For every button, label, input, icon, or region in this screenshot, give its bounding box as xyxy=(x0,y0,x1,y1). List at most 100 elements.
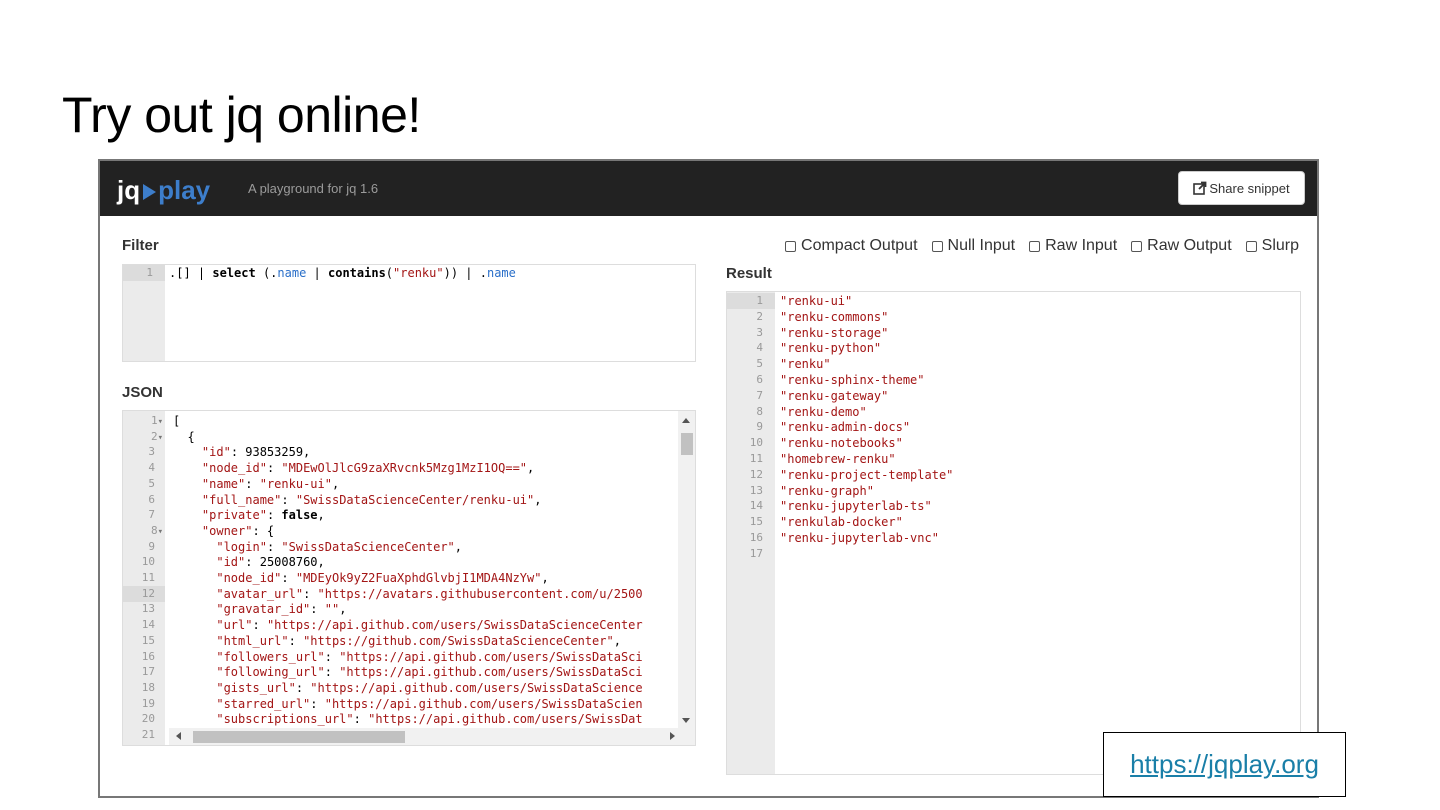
scroll-down-icon[interactable] xyxy=(682,718,690,723)
checkbox[interactable] xyxy=(931,240,943,252)
result-line-number: 12 xyxy=(749,467,763,481)
json-line-number: 7 xyxy=(148,508,155,522)
json-line-number: 20 xyxy=(141,712,155,726)
filter-code[interactable]: .[] | select (.name | contains("renku"))… xyxy=(169,265,516,281)
jqplay-link[interactable]: https://jqplay.org xyxy=(1130,749,1319,780)
share-snippet-button[interactable]: Share snippet xyxy=(1178,171,1305,205)
play-arrow-icon xyxy=(143,184,157,200)
result-code-line: "renku-sphinx-theme" xyxy=(780,373,925,387)
json-line-number: 13 xyxy=(141,602,155,616)
json-code-line: "gravatar_id": "", xyxy=(216,602,347,617)
jqplay-screenshot: jq play A playground for jq 1.6 Share sni… xyxy=(98,159,1319,798)
json-code-line: [ xyxy=(173,414,181,428)
fold-arrow-icon[interactable]: ▾ xyxy=(158,433,163,443)
result-line-number: 14 xyxy=(749,499,763,513)
brand-jq: jq xyxy=(117,175,141,205)
json-line-number: 11 xyxy=(141,571,155,584)
json-line-number: 18 xyxy=(141,680,155,694)
json-line-number: 4 xyxy=(148,461,155,475)
json-label: JSON xyxy=(122,384,163,401)
share-icon xyxy=(1193,181,1207,195)
json-code-line: "full_name": "SwissDataScienceCenter/ren… xyxy=(201,492,542,507)
result-line-number: 16 xyxy=(749,531,763,544)
result-line-number: 10 xyxy=(749,436,763,450)
result-line-number: 6 xyxy=(756,373,763,386)
json-line-number: 6 xyxy=(148,492,155,506)
json-line-number: 16 xyxy=(141,649,155,663)
result-line-number: 3 xyxy=(756,325,763,339)
option-slurp[interactable]: Slurp xyxy=(1245,237,1299,255)
json-code-line: "html_url": "https://github.com/SwissDat… xyxy=(216,633,621,648)
brand-play: play xyxy=(158,175,211,205)
result-code-line: "renkulab-docker" xyxy=(780,515,903,530)
link-box: https://jqplay.org xyxy=(1103,732,1346,797)
json-code-line: "starred_url": "https://api.github.com/u… xyxy=(216,696,643,711)
result-code-line: "renku-gateway" xyxy=(780,388,889,403)
result-line-number: 2 xyxy=(756,309,763,323)
json-code-line: "gists_url": "https://api.github.com/use… xyxy=(216,680,643,695)
json-code-line: "node_id": "MDEwOlJlcG9zaXRvcnk5Mzg1MzI1… xyxy=(201,461,535,476)
json-line-number: 14 xyxy=(141,618,155,632)
brand-logo[interactable]: jq play xyxy=(117,175,210,205)
result-code-line: "renku-notebooks" xyxy=(780,436,903,451)
json-line-number: 12 xyxy=(123,585,165,602)
filter-editor[interactable]: 1 .[] | select (.name | contains("renku"… xyxy=(122,264,696,362)
result-code-line: "renku-commons" xyxy=(780,309,889,324)
option-label: Slurp xyxy=(1261,237,1299,254)
scroll-right-icon[interactable] xyxy=(670,732,675,740)
json-line-number: 2▾ xyxy=(150,429,163,443)
json-vertical-scroll-thumb[interactable] xyxy=(681,433,693,455)
result-line-number: 13 xyxy=(749,483,763,497)
option-label: Null Input xyxy=(947,237,1016,254)
scroll-left-icon[interactable] xyxy=(176,732,181,740)
json-code-line: "id": 93853259, xyxy=(201,445,311,460)
json-line-number: 9 xyxy=(148,539,155,553)
result-code-line: "renku-storage" xyxy=(780,325,889,340)
option-null-input[interactable]: Null Input xyxy=(931,237,1016,255)
result-line-number: 9 xyxy=(756,420,763,434)
scroll-up-icon[interactable] xyxy=(682,418,690,423)
option-compact-output[interactable]: Compact Output xyxy=(785,237,918,255)
checkbox[interactable] xyxy=(1131,240,1143,252)
json-code-line: "owner": { xyxy=(201,523,275,538)
json-code-line: "subscriptions_url": "https://api.github… xyxy=(216,712,643,727)
option-raw-input[interactable]: Raw Input xyxy=(1029,237,1117,255)
option-label: Compact Output xyxy=(801,237,918,254)
checkbox[interactable] xyxy=(1029,240,1041,252)
result-line-number: 5 xyxy=(756,357,763,371)
json-line-number: 8▾ xyxy=(150,523,163,537)
json-code-line: { xyxy=(173,429,195,444)
json-code-line: "id": 25008760, xyxy=(216,555,325,570)
result-code-line: "renku" xyxy=(780,357,831,372)
option-label: Raw Output xyxy=(1147,237,1232,254)
result-code-line: "renku-python" xyxy=(780,341,882,356)
result-line-number: 17 xyxy=(749,546,763,560)
result-editor[interactable]: 1 "renku-ui" 2 "renku-commons" 3 "renku-stora… xyxy=(726,291,1301,775)
tagline: A playground for jq 1.6 xyxy=(248,181,379,196)
result-code-line: "renku-ui" xyxy=(780,294,853,308)
result-label: Result xyxy=(726,265,772,282)
result-line-number: 15 xyxy=(749,515,763,529)
json-line-number: 1▾ xyxy=(150,414,163,427)
fold-arrow-icon[interactable]: ▾ xyxy=(158,417,163,427)
checkbox[interactable] xyxy=(785,240,797,252)
result-code-line: "homebrew-renku" xyxy=(780,452,896,466)
json-code-line: "name": "renku-ui", xyxy=(201,476,340,491)
result-line-number: 1 xyxy=(727,293,775,309)
result-code-line: "renku-jupyterlab-vnc" xyxy=(780,531,939,545)
result-line-number: 11 xyxy=(749,452,763,465)
fold-arrow-icon[interactable]: ▾ xyxy=(158,527,163,537)
json-line-number: 5 xyxy=(148,476,155,490)
result-code-line: "renku-demo" xyxy=(780,404,867,419)
option-raw-output[interactable]: Raw Output xyxy=(1131,237,1232,255)
slide-title: Try out jq online! xyxy=(62,87,421,143)
checkbox[interactable] xyxy=(1245,240,1257,252)
json-code-line: "avatar_url": "https://avatars.githubuse… xyxy=(216,586,643,601)
json-code-line: "login": "SwissDataScienceCenter", xyxy=(216,539,463,554)
result-code-line: "renku-jupyterlab-ts" xyxy=(780,499,932,514)
json-horizontal-scroll-thumb[interactable] xyxy=(193,731,405,743)
json-horizontal-scrollbar[interactable] xyxy=(169,728,695,745)
json-editor[interactable]: 1▾ [2▾ {3 "id": 93853259, 4 "node_id": "MD… xyxy=(122,410,696,746)
result-line-number: 8 xyxy=(756,404,763,418)
json-vertical-scrollbar[interactable] xyxy=(678,411,695,728)
